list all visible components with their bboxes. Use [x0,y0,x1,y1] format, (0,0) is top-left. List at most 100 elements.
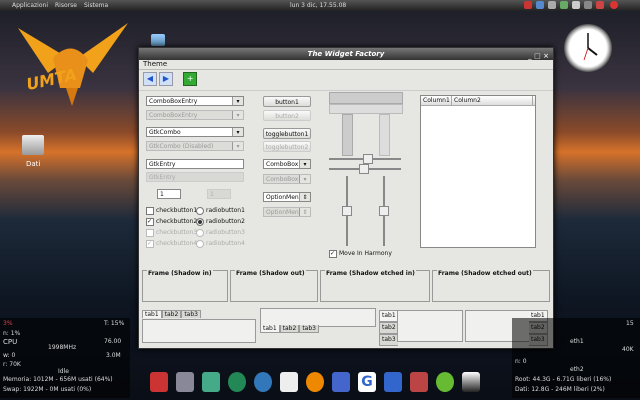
tools-icon[interactable] [176,372,194,392]
vscale-2-handle[interactable] [379,206,389,216]
tray-icon[interactable] [572,1,580,9]
window-titlebar[interactable]: The Widget Factory _ □ × [139,48,553,60]
spin-button-2: 1 [207,189,231,199]
eagle-icon[interactable] [150,372,168,392]
menu-theme[interactable]: Theme [143,60,167,68]
files-icon[interactable] [384,372,402,392]
tray-icon[interactable] [584,1,592,9]
disk-w: w: 0 [3,352,16,359]
panel-clock[interactable]: lun 3 dic, 17.55.08 [290,2,346,9]
tab1[interactable]: tab1 [260,325,280,333]
button1[interactable]: button1 [263,96,311,107]
window-controls[interactable]: _ □ × [528,50,549,62]
radiobutton3: radiobutton3 [196,228,245,237]
back-icon[interactable]: ◀ [143,72,157,86]
network-icon[interactable] [151,34,165,46]
net-value-top: 15 [626,320,634,327]
checkbutton1[interactable]: checkbutton1 [146,206,197,215]
tray-icon[interactable] [548,1,556,9]
checkbutton4: ✓ checkbutton4 [146,239,198,248]
terminal-icon[interactable] [462,372,480,392]
tab3[interactable]: tab3 [181,310,201,318]
hscrollbar-disabled [329,104,403,114]
tray-icon[interactable] [560,1,568,9]
optionmenu-1[interactable]: OptionMenu ⇕ [263,192,311,202]
cpu-temp: 76.00 [104,338,122,345]
memory-line: Memoria: 1012M - 656M usati (64%) [3,376,113,383]
google-icon[interactable]: G [358,372,376,392]
dati-disk-line: Dati: 12.8G - 246M liberi (2%) [515,386,605,393]
cpu-t: T: 15% [104,320,125,327]
hour-hand [587,47,598,56]
eth2-label: eth2 [570,366,584,373]
notebook-left-page [397,310,463,342]
eth1-label: eth1 [570,338,584,345]
window-title: The Widget Factory [307,50,385,58]
menu-applicazioni[interactable]: Applicazioni [12,2,48,9]
tab2[interactable]: tab2 [279,325,300,333]
widget-factory-window[interactable]: The Widget Factory _ □ × Theme ◀ ▶ + Comb… [138,47,554,349]
notebook-top-page [142,319,256,343]
tab3[interactable]: tab3 [299,325,319,333]
disk-mem: 3.0M [106,352,121,359]
package-icon[interactable] [410,372,428,392]
hscale-2-handle[interactable] [359,164,369,174]
vscrollbar[interactable] [342,114,353,156]
root-disk-line: Root: 44.3G - 6.71G liberi (16%) [515,376,612,383]
tab1[interactable]: tab1 [379,310,398,322]
file-manager-icon[interactable] [332,372,350,392]
umta-logo: UMTA [8,18,136,108]
chat-icon[interactable] [436,372,454,392]
gtkentry[interactable]: GtkEntry [146,159,244,169]
frame-shadow-in: Frame (Shadow in) [142,270,228,302]
menu-risorse[interactable]: Risorse [55,2,77,9]
column1-header[interactable]: Column1 [421,96,452,105]
radiobutton1[interactable]: radiobutton1 [196,206,245,215]
forward-icon[interactable]: ▶ [159,72,173,86]
comboboxentry-1[interactable]: ComboBoxEntry ▾ [146,96,244,106]
menu-sistema[interactable]: Sistema [84,2,108,9]
system-monitor-right: 15 eth1 40K n: 0 eth2 Root: 44.3G - 6.71… [512,318,640,398]
cpu-percent: 3% [3,320,13,327]
tree-header: Column1 Column2 [421,96,535,106]
notebook-bottom: tab1 tab2 tab3 [260,325,319,333]
tray-icon[interactable] [596,1,604,9]
net-n: n: 0 [515,358,527,365]
power-icon[interactable] [610,1,618,9]
comboboxentry-2: ComboBoxEntry ▾ [146,110,244,120]
checkbutton2[interactable]: ✓ checkbutton2 [146,217,197,226]
media-icon[interactable] [228,372,246,392]
globe-icon[interactable] [254,372,272,392]
cpu-freq: 1998MHz [48,344,77,351]
tray-icon[interactable] [536,1,544,9]
tree-view[interactable]: Column1 Column2 [420,95,536,248]
hscrollbar[interactable] [329,92,403,104]
combobox-1[interactable]: ComboBox ▾ [263,159,311,169]
mail-icon[interactable] [280,372,298,392]
second-hand [583,47,589,61]
notebook-top: tab1 tab2 tab3 [142,310,201,318]
user-icon[interactable] [306,372,324,392]
net-value-mid: 40K [622,346,634,353]
hscale-1-handle[interactable] [363,154,373,164]
notebook-left: tab1 tab2 tab3 [379,310,398,346]
image-icon[interactable] [202,372,220,392]
tray-icon[interactable] [524,1,532,9]
drive-icon[interactable] [22,135,44,155]
gtkcombo[interactable]: GtkCombo ▾ [146,127,244,137]
vscale-1-handle[interactable] [342,206,352,216]
tab2[interactable]: tab2 [161,310,182,318]
button2: button2 [263,110,311,121]
tab1[interactable]: tab1 [142,310,162,318]
column2-header[interactable]: Column2 [452,96,533,105]
widget-area: ComboBoxEntry ▾ ComboBoxEntry ▾ GtkCombo ▾ … [139,88,553,346]
tab3[interactable]: tab3 [379,334,398,346]
togglebutton1[interactable]: togglebutton1 [263,128,311,139]
tab2[interactable]: tab2 [379,322,398,334]
radiobutton2[interactable]: radiobutton2 [196,217,245,226]
add-icon[interactable]: + [183,72,198,86]
checkbutton3: checkbutton3 [146,228,197,237]
drive-label[interactable]: Dati [26,160,40,168]
move-in-harmony-check[interactable]: ✓ Move In Harmony [329,249,392,258]
spin-button-1[interactable]: 1 [157,189,181,199]
